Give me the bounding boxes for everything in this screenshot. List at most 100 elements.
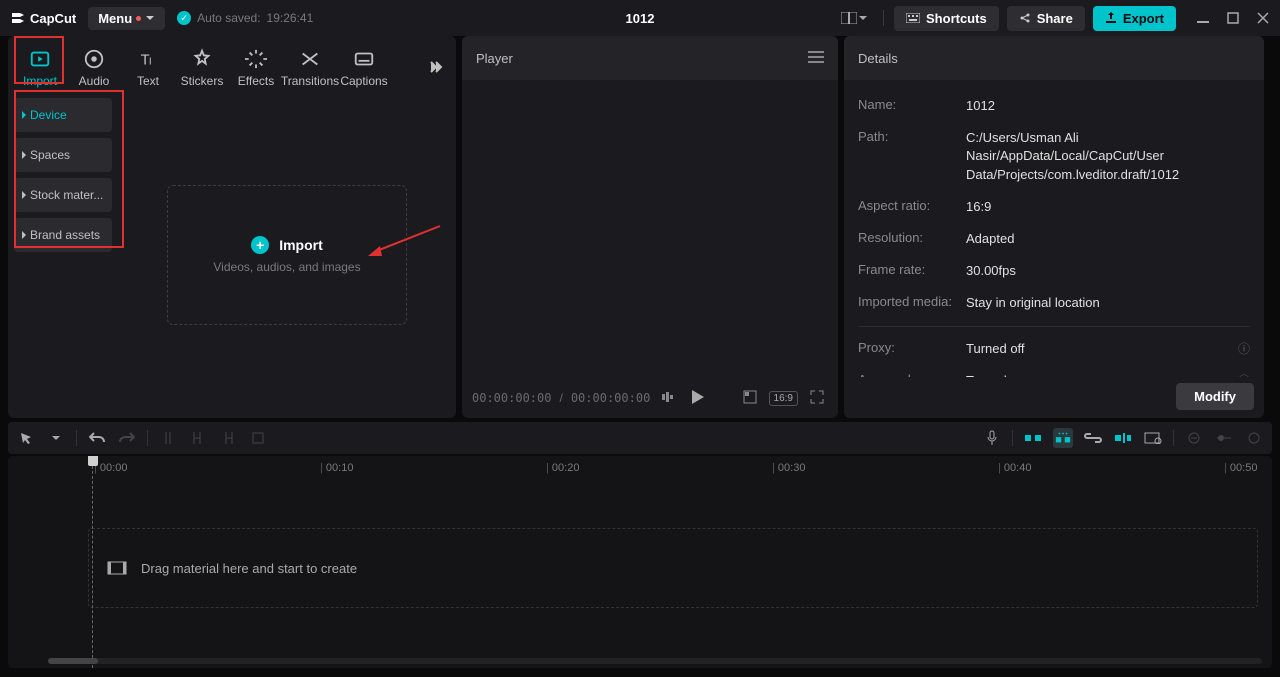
time-current: 00:00:00:00: [472, 391, 551, 405]
chevron-right-icon: [22, 111, 26, 119]
snap-tool[interactable]: [1023, 428, 1043, 448]
project-title: 1012: [626, 11, 655, 26]
mic-icon[interactable]: [982, 428, 1002, 448]
minimize-button[interactable]: [1196, 11, 1210, 25]
tab-transitions-label: Transitions: [281, 74, 339, 88]
maximize-button[interactable]: [1226, 11, 1240, 25]
tab-text[interactable]: TI Text: [122, 44, 174, 92]
export-icon: [1105, 12, 1117, 24]
autosave-label: Auto saved:: [197, 11, 260, 25]
tab-captions-label: Captions: [340, 74, 387, 88]
chevron-right-icon: [22, 191, 26, 199]
tab-captions[interactable]: Captions: [338, 44, 390, 92]
close-button[interactable]: [1256, 11, 1270, 25]
zoom-slider[interactable]: [1214, 428, 1234, 448]
undo-button[interactable]: [87, 428, 107, 448]
crop-tool[interactable]: [248, 428, 268, 448]
check-icon: ✓: [177, 11, 191, 25]
redo-button[interactable]: [117, 428, 137, 448]
details-header: Details: [844, 36, 1264, 80]
playhead-knob-icon: [88, 456, 98, 466]
magnet-tool[interactable]: [1053, 428, 1073, 448]
dropzone-title: Import: [279, 237, 323, 253]
playhead[interactable]: [92, 456, 93, 668]
tab-stickers[interactable]: Stickers: [176, 44, 228, 92]
tab-transitions[interactable]: Transitions: [284, 44, 336, 92]
share-label: Share: [1037, 11, 1073, 26]
player-title: Player: [476, 51, 513, 66]
sidebar-item-brand[interactable]: Brand assets: [14, 218, 112, 252]
sidebar-item-label: Stock mater...: [30, 188, 103, 202]
volume-icon[interactable]: [658, 389, 680, 408]
zoom-out[interactable]: [1184, 428, 1204, 448]
media-tabbar: Import Audio TI Text Stickers Effects Tr…: [8, 36, 456, 92]
zoom-fit[interactable]: [1244, 428, 1264, 448]
sidebar-item-spaces[interactable]: Spaces: [14, 138, 112, 172]
ruler-tick: 00:30: [772, 462, 805, 474]
menu-button[interactable]: Menu: [88, 7, 165, 30]
audio-icon: [83, 48, 105, 70]
select-dropdown[interactable]: [46, 428, 66, 448]
svg-text:I: I: [149, 57, 152, 68]
select-tool[interactable]: [16, 428, 36, 448]
player-menu-icon[interactable]: [808, 51, 824, 66]
ratio-badge[interactable]: 16:9: [769, 391, 798, 406]
clip-icon: [107, 561, 127, 575]
timeline-dropzone[interactable]: Drag material here and start to create: [88, 528, 1258, 608]
media-panel: Import Audio TI Text Stickers Effects Tr…: [8, 36, 456, 418]
frame-icon[interactable]: [739, 388, 761, 409]
chevron-down-icon: [145, 13, 155, 23]
sidebar-item-device[interactable]: Device: [14, 98, 112, 132]
play-button[interactable]: [688, 388, 708, 409]
tab-audio[interactable]: Audio: [68, 44, 120, 92]
detail-framerate: Frame rate:30.00fps: [858, 255, 1250, 287]
detail-imported: Imported media:Stay in original location: [858, 287, 1250, 319]
trim-right-tool[interactable]: [218, 428, 238, 448]
preview-tool[interactable]: [1143, 428, 1163, 448]
sidebar-item-stock[interactable]: Stock mater...: [14, 178, 112, 212]
tab-effects-label: Effects: [238, 74, 274, 88]
detail-path: Path:C:/Users/Usman Ali Nasir/AppData/Lo…: [858, 122, 1250, 191]
fullscreen-icon[interactable]: [806, 388, 828, 409]
import-sidebar: Device Spaces Stock mater... Brand asset…: [8, 92, 118, 418]
keyboard-icon: [906, 13, 920, 23]
ruler-tick: 00:00: [94, 462, 127, 474]
stickers-icon: [191, 48, 213, 70]
tab-effects[interactable]: Effects: [230, 44, 282, 92]
timeline-scrollbar[interactable]: [48, 658, 1262, 664]
detail-proxy: Proxy:Turned offⓘ: [858, 333, 1250, 365]
text-icon: TI: [137, 48, 159, 70]
export-label: Export: [1123, 11, 1164, 26]
detail-aspect: Aspect ratio:16:9: [858, 191, 1250, 223]
menu-dot-icon: [136, 16, 141, 21]
shortcuts-button[interactable]: Shortcuts: [894, 6, 999, 31]
timeline-toolbar: [8, 422, 1272, 454]
layout-icon[interactable]: [835, 8, 873, 28]
tab-import-label: Import: [23, 74, 57, 88]
align-tool[interactable]: [1113, 428, 1133, 448]
help-icon[interactable]: ⓘ: [1238, 340, 1250, 358]
tab-audio-label: Audio: [79, 74, 110, 88]
tabs-more-button[interactable]: [422, 53, 450, 84]
sidebar-item-label: Spaces: [30, 148, 70, 162]
scrollbar-thumb[interactable]: [48, 658, 98, 664]
capcut-logo-icon: [10, 10, 26, 26]
tab-import[interactable]: Import: [14, 44, 66, 92]
dropzone-subtitle: Videos, audios, and images: [213, 260, 360, 274]
menu-label: Menu: [98, 11, 132, 26]
split-tool[interactable]: [158, 428, 178, 448]
app-name: CapCut: [30, 11, 76, 26]
import-icon: [29, 48, 51, 70]
transitions-icon: [299, 48, 321, 70]
timeline-ruler[interactable]: 00:00 00:10 00:20 00:30 00:40 00:50: [8, 456, 1272, 478]
autosave-indicator: ✓ Auto saved: 19:26:41: [177, 11, 313, 25]
plus-icon: +: [251, 236, 269, 254]
modify-button[interactable]: Modify: [1176, 383, 1254, 410]
export-button[interactable]: Export: [1093, 6, 1176, 31]
timeline: 00:00 00:10 00:20 00:30 00:40 00:50 Drag…: [8, 456, 1272, 668]
share-button[interactable]: Share: [1007, 6, 1085, 31]
trim-left-tool[interactable]: [188, 428, 208, 448]
link-tool[interactable]: [1083, 428, 1103, 448]
player-viewport: [462, 80, 838, 378]
import-dropzone[interactable]: + Import Videos, audios, and images: [167, 185, 407, 325]
